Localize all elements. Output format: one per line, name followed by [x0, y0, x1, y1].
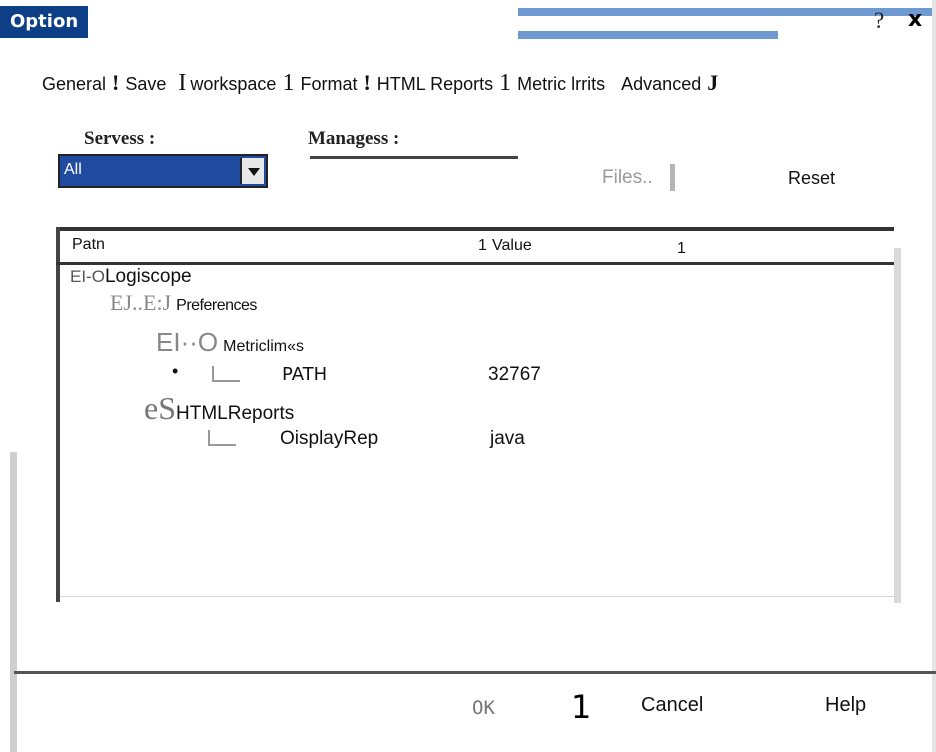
button-separator: 1: [571, 688, 592, 726]
tab-workspace[interactable]: workspace: [190, 74, 276, 95]
tree-node-label: Preferences: [176, 297, 257, 314]
tree-node-label: HTMLReports: [176, 403, 295, 424]
servers-select-value: All: [64, 161, 82, 178]
managers-label: Managess :: [308, 128, 400, 149]
tree-node-label: Metriclim«s: [223, 338, 305, 355]
tree-node-logiscope[interactable]: EI-OLogiscope: [70, 266, 192, 288]
grid-header-divider: [56, 262, 894, 265]
chevron-down-icon: [248, 168, 260, 176]
tree-branch-icon: [208, 430, 236, 446]
tab-strip: General ! Save I workspace 1 Format ! HT…: [42, 70, 724, 97]
reset-button[interactable]: Reset: [788, 168, 835, 189]
tab-separator: I: [178, 70, 187, 96]
tab-separator: 1: [282, 70, 295, 96]
dialog-right-edge: [932, 0, 936, 752]
tab-separator: 1: [499, 70, 512, 96]
value-cell[interactable]: java: [490, 428, 525, 450]
files-button-edge: [670, 164, 675, 191]
window-title: Option: [0, 6, 89, 38]
column-header-separator: 1: [478, 237, 487, 254]
servers-label: Servess :: [84, 128, 156, 149]
cancel-button[interactable]: Cancel: [641, 694, 703, 717]
tab-advanced[interactable]: Advanced: [621, 74, 701, 95]
column-header-separator: 1: [677, 240, 686, 257]
tree-expander-icon[interactable]: EJ..E:J: [110, 290, 171, 315]
grid-bottom-border: [60, 596, 894, 597]
tree-expander-icon[interactable]: EI-O: [70, 267, 105, 286]
help-icon[interactable]: ?: [874, 8, 884, 34]
tree-node-label: Logiscope: [104, 266, 192, 287]
grid-left-border: [56, 227, 60, 602]
tab-format[interactable]: Format: [300, 74, 357, 95]
tab-html-reports[interactable]: HTML Reports: [377, 74, 493, 95]
dialog-left-edge: [10, 452, 17, 752]
tree-node-display-rep[interactable]: OisplayRep: [280, 428, 378, 450]
help-button[interactable]: Help: [825, 694, 866, 717]
tab-separator: !: [112, 70, 120, 95]
tree-expander-icon[interactable]: eS: [144, 390, 176, 426]
tab-separator: !: [363, 70, 371, 95]
title-bar-stripe-secondary: [518, 31, 778, 39]
tree-branch-icon: [212, 366, 240, 382]
ok-button[interactable]: OK: [472, 697, 495, 719]
tree-expander-icon[interactable]: EI··O: [156, 327, 218, 357]
tab-general[interactable]: General: [42, 74, 106, 95]
column-header-path[interactable]: Patn: [72, 236, 105, 254]
column-header-value[interactable]: Value: [492, 237, 532, 255]
value-cell[interactable]: 32767: [488, 364, 541, 386]
grid-top-border: [56, 227, 894, 231]
files-button[interactable]: Files..: [602, 167, 653, 189]
grid-vertical-scrollbar[interactable]: [894, 248, 901, 603]
close-icon[interactable]: x: [908, 7, 922, 32]
tree-node-metric-limits[interactable]: EI··O Metriclim«s: [156, 327, 304, 358]
tree-node-preferences[interactable]: EJ..E:J Preferences: [110, 290, 257, 316]
bullet-icon: •: [172, 361, 179, 381]
tab-separator: J: [707, 70, 719, 95]
tab-save[interactable]: Save: [125, 74, 166, 95]
managers-underline: [310, 156, 518, 159]
tab-metric-limits[interactable]: Metric lrrits: [517, 74, 605, 95]
select-dropdown-button[interactable]: [240, 158, 264, 184]
footer-divider: [14, 671, 936, 674]
tree-node-html-reports[interactable]: eSHTMLReports: [144, 390, 294, 427]
tree-node-path[interactable]: PATH: [282, 364, 327, 385]
servers-select[interactable]: All: [58, 154, 268, 188]
